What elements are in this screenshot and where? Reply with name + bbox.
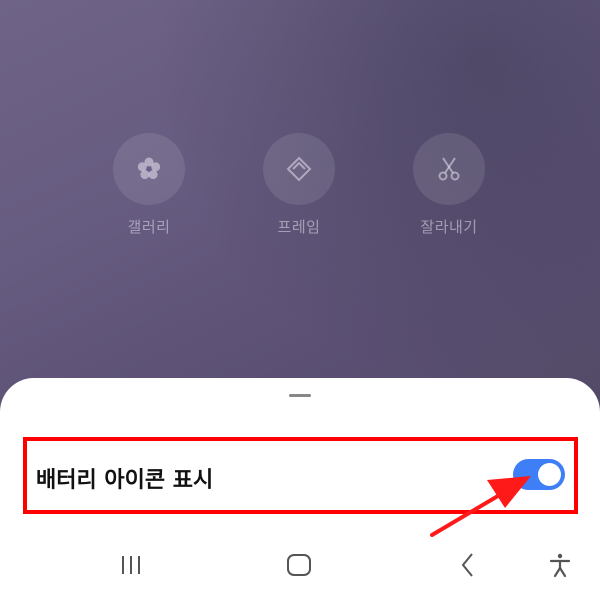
cut-label: 잘라내기 [420,218,478,236]
gallery-label: 갤러리 [127,218,171,236]
back-icon [461,553,473,577]
gallery-button[interactable]: 갤러리 [89,133,209,237]
frame-icon [286,156,312,182]
back-button[interactable] [448,550,488,580]
cut-button[interactable]: 잘라내기 [389,133,509,237]
flower-icon [137,157,161,180]
home-button[interactable] [279,550,319,580]
recents-icon [122,556,140,574]
home-icon [287,554,311,576]
navigation-bar [0,536,600,600]
accessibility-button[interactable] [540,550,580,580]
sheet-drag-handle[interactable] [289,394,311,397]
highlight-box [23,437,578,514]
scissors-icon [438,157,460,181]
recents-button[interactable] [111,550,151,580]
frame-label: 프레임 [277,218,321,236]
frame-button[interactable]: 프레임 [239,133,359,237]
accessibility-icon [549,553,571,578]
